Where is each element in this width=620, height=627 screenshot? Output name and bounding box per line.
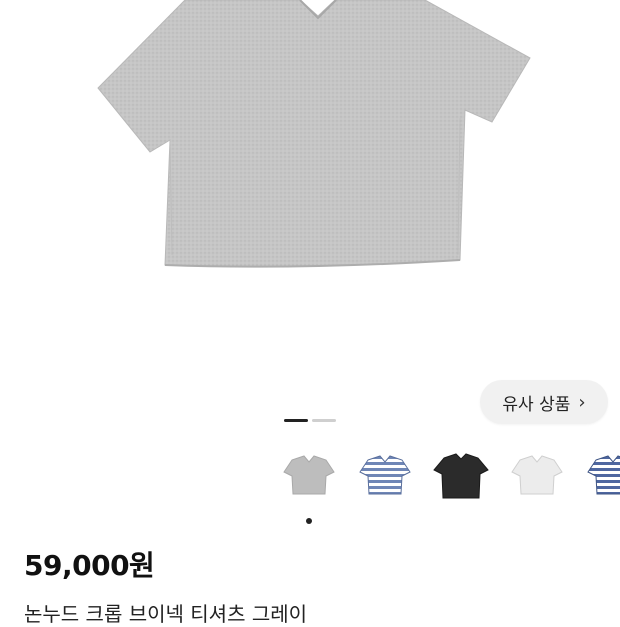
product-price: 59,000원 (24, 549, 155, 582)
similar-products-button[interactable]: 유사 상품 › (480, 380, 608, 424)
thumb-navy-stripe-tee[interactable] (584, 450, 620, 506)
thumbnail-pager-dot (306, 518, 312, 524)
chevron-right-icon: › (578, 391, 586, 413)
thumb-black-tee[interactable] (432, 450, 490, 506)
image-pager (284, 419, 336, 422)
thumb-white-tee[interactable] (508, 450, 566, 506)
gray-tshirt-image (97, 0, 531, 268)
product-title: 논누드 크롭 브이넥 티셔츠 그레이 (24, 602, 308, 626)
color-thumbnails (280, 450, 620, 510)
similar-products-label: 유사 상품 (502, 394, 571, 415)
pager-indicator[interactable] (312, 419, 336, 422)
product-main-image[interactable] (0, 0, 620, 360)
thumb-blue-stripe-tee[interactable] (356, 450, 414, 506)
thumb-gray-tee[interactable] (280, 450, 338, 506)
pager-indicator-active[interactable] (284, 419, 308, 422)
